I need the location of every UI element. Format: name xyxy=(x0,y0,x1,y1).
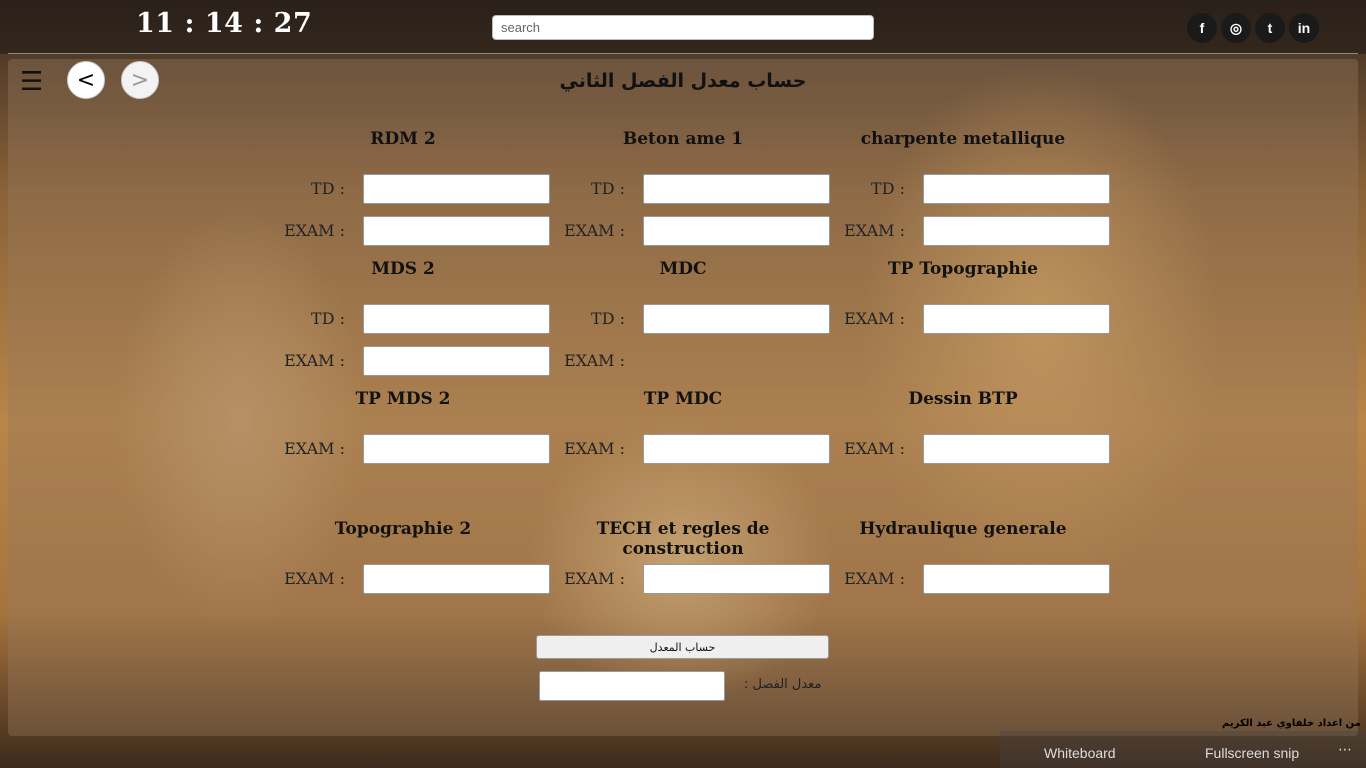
exam-label: EXAM : xyxy=(564,351,625,370)
exam-label: EXAM : xyxy=(844,309,905,328)
subject-title: charpente metallique xyxy=(860,129,1066,149)
search-input[interactable] xyxy=(492,15,874,40)
subject-title: Beton ame 1 xyxy=(622,129,744,149)
exam-grade-input[interactable] xyxy=(363,564,550,594)
exam-label: EXAM : xyxy=(844,569,905,588)
td-grade-input[interactable] xyxy=(643,174,830,204)
td-grade-input[interactable] xyxy=(923,174,1110,204)
subject-title: Topographie 2 xyxy=(334,519,472,539)
subject-title: TECH et regles de construction xyxy=(596,519,770,559)
td-label: TD : xyxy=(311,179,345,198)
exam-label: EXAM : xyxy=(564,439,625,458)
exam-grade-input[interactable] xyxy=(363,216,550,246)
semester-average-output[interactable] xyxy=(539,671,725,701)
social-links: f ◎ t in xyxy=(1187,13,1319,43)
exam-grade-input[interactable] xyxy=(643,216,830,246)
exam-grade-input[interactable] xyxy=(923,216,1110,246)
exam-grade-input[interactable] xyxy=(363,346,550,376)
semester-average-label: معدل الفصل : xyxy=(744,677,822,692)
subject-title: Dessin BTP xyxy=(908,389,1018,409)
exam-label: EXAM : xyxy=(564,221,625,240)
exam-grade-input[interactable] xyxy=(643,564,830,594)
exam-label: EXAM : xyxy=(284,439,345,458)
subject-title: MDS 2 xyxy=(371,259,435,279)
linkedin-icon[interactable]: in xyxy=(1289,13,1319,43)
author-credit: من اعداد خلفاوي عبد الكريم xyxy=(1222,718,1361,729)
exam-grade-input[interactable] xyxy=(643,434,830,464)
td-grade-input[interactable] xyxy=(363,174,550,204)
exam-label: EXAM : xyxy=(284,569,345,588)
subject-title: RDM 2 xyxy=(370,129,436,149)
subject-title: TP Topographie xyxy=(888,259,1038,279)
subject-title: TP MDC xyxy=(643,389,723,409)
exam-grade-input[interactable] xyxy=(363,434,550,464)
td-grade-input[interactable] xyxy=(643,304,830,334)
td-grade-input[interactable] xyxy=(363,304,550,334)
exam-grade-input[interactable] xyxy=(923,304,1110,334)
clock: 11 : 14 : 27 xyxy=(136,8,313,39)
exam-label: EXAM : xyxy=(564,569,625,588)
td-label: TD : xyxy=(591,309,625,328)
more-icon[interactable]: ⋯ xyxy=(1338,742,1352,758)
exam-label: EXAM : xyxy=(284,221,345,240)
top-divider xyxy=(8,53,1358,54)
instagram-icon[interactable]: ◎ xyxy=(1221,13,1251,43)
exam-grade-input[interactable] xyxy=(923,564,1110,594)
exam-grade-input[interactable] xyxy=(923,434,1110,464)
subject-title: TP MDS 2 xyxy=(355,389,451,409)
exam-label: EXAM : xyxy=(844,221,905,240)
td-label: TD : xyxy=(311,309,345,328)
calculate-average-button[interactable]: حساب المعدل xyxy=(536,635,829,659)
exam-label: EXAM : xyxy=(284,351,345,370)
fullscreen-snip-button[interactable]: Fullscreen snip xyxy=(1205,745,1299,761)
subject-title: Hydraulique generale xyxy=(859,519,1067,539)
whiteboard-button[interactable]: Whiteboard xyxy=(1044,745,1116,761)
exam-label: EXAM : xyxy=(844,439,905,458)
td-label: TD : xyxy=(591,179,625,198)
subject-title: MDC xyxy=(659,259,707,279)
td-label: TD : xyxy=(871,179,905,198)
page-title: حساب معدل الفصل الثاني xyxy=(559,70,807,92)
twitter-icon[interactable]: t xyxy=(1255,13,1285,43)
facebook-icon[interactable]: f xyxy=(1187,13,1217,43)
